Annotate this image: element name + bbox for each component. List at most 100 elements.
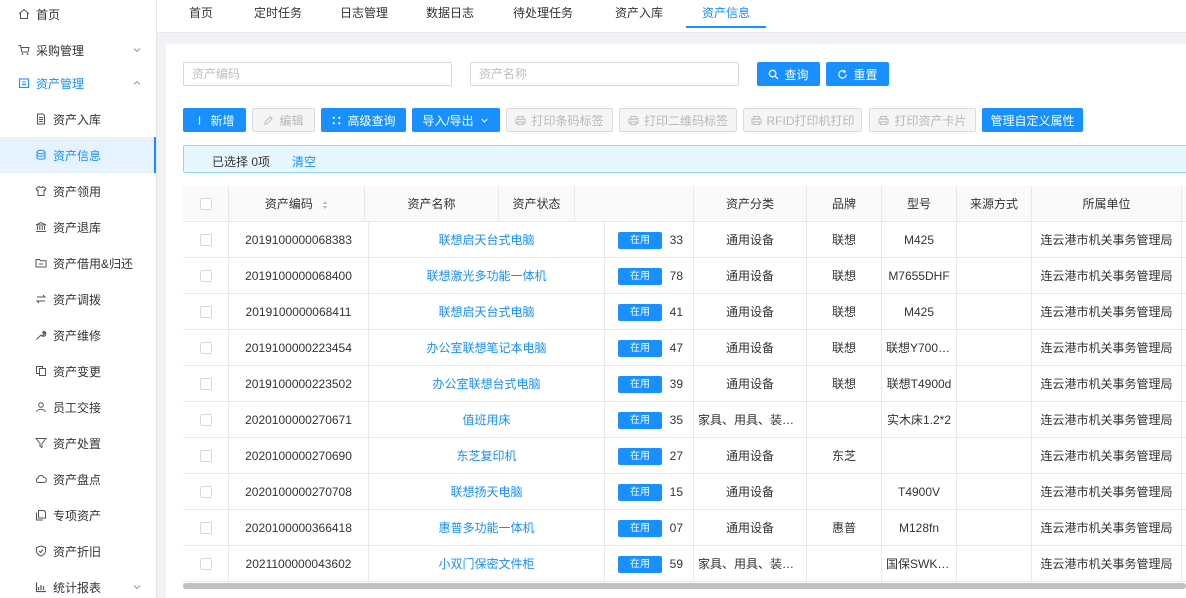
sidebar-item-9[interactable]: 员工交接	[0, 389, 156, 425]
cell-name[interactable]: 联想激光多功能一体机	[369, 258, 605, 294]
cell-name[interactable]: 值班用床	[369, 402, 605, 438]
tab-scheduled-tasks[interactable]: 定时任务	[245, 0, 311, 28]
reset-button[interactable]: 重置	[826, 62, 889, 86]
tab-log-management[interactable]: 日志管理	[331, 0, 397, 28]
print-card-button[interactable]: 打印资产卡片	[869, 108, 976, 132]
cell-unit: 连云港市机关事务管理局	[1032, 294, 1182, 330]
tab-home[interactable]: 首页	[171, 0, 231, 28]
folder-icon	[35, 257, 47, 269]
sidebar-item-label: 专项资产	[53, 508, 102, 523]
table-row[interactable]: 2019100000068400 联想激光多功能一体机 78 通用设备 联想 M7655D…	[183, 258, 1186, 294]
horizontal-scrollbar[interactable]	[183, 583, 1186, 589]
add-button[interactable]: 新增	[183, 108, 246, 132]
sidebar-item-3[interactable]: 资产领用	[0, 173, 156, 209]
cell-name[interactable]: 小双门保密文件柜	[369, 546, 605, 582]
table-row[interactable]: 2019100000223502 办公室联想台式电脑 39 通用设备 联想 联想T4900…	[183, 366, 1186, 402]
tab-asset-info[interactable]: 资产信息	[686, 0, 766, 28]
status-badge: 在用	[618, 340, 662, 357]
sidebar-item-label: 统计报表	[53, 580, 102, 595]
print-barcode-button[interactable]: 打印条码标签	[506, 108, 613, 132]
sort-icon[interactable]	[322, 200, 328, 210]
header-asset-code[interactable]: 资产编码	[229, 186, 365, 222]
sidebar-item-7[interactable]: 资产维修	[0, 317, 156, 353]
cell-model: 联想T4900d	[882, 366, 957, 402]
row-checkbox[interactable]	[200, 270, 212, 282]
sidebar-item-13[interactable]: 资产折旧	[0, 533, 156, 569]
copy-icon	[35, 365, 47, 377]
row-checkbox[interactable]	[200, 378, 212, 390]
advanced-query-button[interactable]: 高级查询	[321, 108, 406, 132]
cell-category: 通用设备	[694, 510, 807, 546]
cell-unit: 连云港市机关事务管理局	[1032, 258, 1182, 294]
print-qrcode-label: 打印二维码标签	[643, 113, 728, 128]
cell-code: 2019100000068400	[229, 258, 369, 294]
row-checkbox[interactable]	[200, 342, 212, 354]
rfid-print-label: RFID打印机打印	[766, 113, 855, 128]
import-export-button[interactable]: 导入/导出	[412, 108, 500, 132]
cell-name[interactable]: 惠普多功能一体机	[369, 510, 605, 546]
sidebar-item-label: 资产盘点	[53, 472, 102, 487]
cell-brand: 联想	[807, 330, 882, 366]
table-row[interactable]: 2020100000366418 惠普多功能一体机 07 通用设备 惠普 M128fn 连云…	[183, 510, 1186, 546]
cell-name[interactable]: 办公室联想台式电脑	[369, 366, 605, 402]
cell-source	[957, 402, 1032, 438]
row-checkbox[interactable]	[200, 234, 212, 246]
cell-brand: 联想	[807, 294, 882, 330]
sidebar-item-8[interactable]: 资产变更	[0, 353, 156, 389]
row-checkbox[interactable]	[200, 522, 212, 534]
sidebar-item-14[interactable]: 统计报表	[0, 569, 156, 598]
user-icon	[35, 401, 47, 413]
sidebar-item-12[interactable]: 专项资产	[0, 497, 156, 533]
sidebar-item-6[interactable]: 资产调拨	[0, 281, 156, 317]
table-row[interactable]: 2020100000270708 联想扬天电脑 15 通用设备 T4900V 连云港市机关…	[183, 474, 1186, 510]
cell-name[interactable]: 联想启天台式电脑	[369, 222, 605, 258]
tab-data-log[interactable]: 数据日志	[417, 0, 483, 28]
printer-icon	[628, 115, 639, 125]
cell-name[interactable]: 联想启天台式电脑	[369, 294, 605, 330]
row-checkbox[interactable]	[200, 486, 212, 498]
sidebar-item-purchase[interactable]: 采购管理	[0, 32, 156, 68]
table-row[interactable]: 2020100000270690 东芝复印机 27 通用设备 东芝 连云港市机关事务管理局…	[183, 438, 1186, 474]
sidebar-item-4[interactable]: 资产退库	[0, 209, 156, 245]
select-cell	[183, 330, 229, 366]
row-checkbox[interactable]	[200, 450, 212, 462]
edit-button[interactable]: 编辑	[252, 108, 315, 132]
table-row[interactable]: 2019100000068383 联想启天台式电脑 33 通用设备 联想 M425 连云港市…	[183, 222, 1186, 258]
cell-brand	[807, 546, 882, 582]
rfid-print-button[interactable]: RFID打印机打印	[743, 108, 862, 132]
chevron-down-icon	[133, 48, 141, 53]
asset-code-input[interactable]	[183, 62, 452, 86]
selection-bar: 已选择 0项 清空	[183, 145, 1186, 173]
table-row[interactable]: 2019100000068411 联想启天台式电脑 41 通用设备 联想 M425 连云港市…	[183, 294, 1186, 330]
print-qrcode-button[interactable]: 打印二维码标签	[619, 108, 737, 132]
sidebar-item-asset-management[interactable]: 资产管理	[0, 65, 156, 101]
select-all-checkbox[interactable]	[200, 198, 212, 210]
cell-name[interactable]: 联想扬天电脑	[369, 474, 605, 510]
sidebar-item-1[interactable]: 资产入库	[0, 101, 156, 137]
table-row[interactable]: 2020100000270671 值班用床 35 家具、用具、装具... 实木床1.2*…	[183, 402, 1186, 438]
scrollbar-thumb[interactable]	[183, 583, 1186, 589]
tab-asset-inbound[interactable]: 资产入库	[603, 0, 675, 28]
asset-name-input[interactable]	[470, 62, 739, 86]
sidebar-item-2[interactable]: 资产信息	[0, 137, 156, 173]
table-row[interactable]: 2021100000043602 小双门保密文件柜 59 家具、用具、装具... 国保S…	[183, 546, 1186, 582]
sidebar-item-5[interactable]: 资产借用&归还	[0, 245, 156, 281]
status-badge: 在用	[618, 376, 662, 393]
row-checkbox[interactable]	[200, 306, 212, 318]
cell-name[interactable]: 办公室联想笔记本电脑	[369, 330, 605, 366]
query-button[interactable]: 查询	[757, 62, 820, 86]
clear-selection-link[interactable]: 清空	[292, 153, 316, 170]
tab-pending-tasks[interactable]: 待处理任务	[503, 0, 583, 28]
select-cell	[183, 546, 229, 582]
sidebar-item-11[interactable]: 资产盘点	[0, 461, 156, 497]
row-checkbox[interactable]	[200, 414, 212, 426]
row-checkbox[interactable]	[200, 558, 212, 570]
sidebar-item-home[interactable]: 首页	[0, 0, 156, 32]
bank-icon	[35, 221, 47, 233]
custom-attributes-button[interactable]: 管理自定义属性	[982, 108, 1083, 132]
table-row[interactable]: 2019100000223454 办公室联想笔记本电脑 47 通用设备 联想 联想Y700…	[183, 330, 1186, 366]
wrench-icon	[35, 329, 47, 341]
cell-name[interactable]: 东芝复印机	[369, 438, 605, 474]
sidebar-item-10[interactable]: 资产处置	[0, 425, 156, 461]
status-badge: 在用	[618, 484, 662, 501]
